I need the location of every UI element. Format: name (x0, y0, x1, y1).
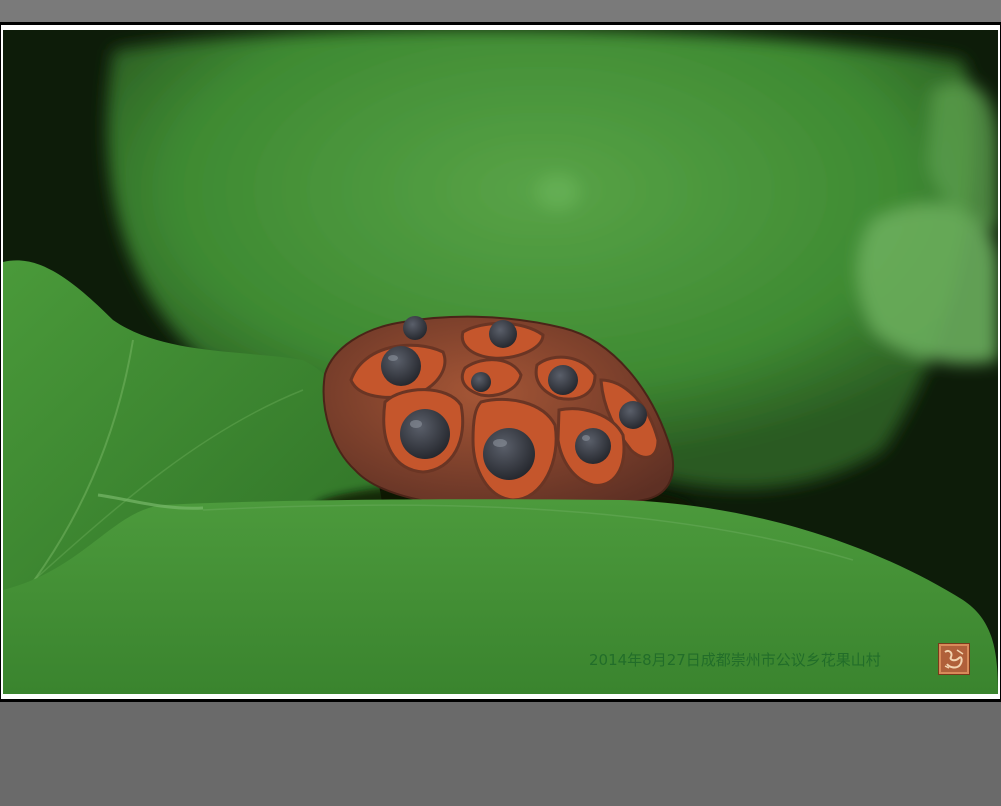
bottom-band (0, 700, 1001, 806)
photo-caption: 2014年8月27日成都崇州市公议乡花果山村 (589, 651, 881, 669)
photo-frame: 2014年8月27日成都崇州市公议乡花果山村 (0, 24, 1001, 700)
red-seal-stamp-icon (938, 643, 970, 675)
lotus-photo-art (3, 30, 998, 694)
lotus-photo: 2014年8月27日成都崇州市公议乡花果山村 (3, 30, 998, 694)
top-band (0, 0, 1001, 24)
